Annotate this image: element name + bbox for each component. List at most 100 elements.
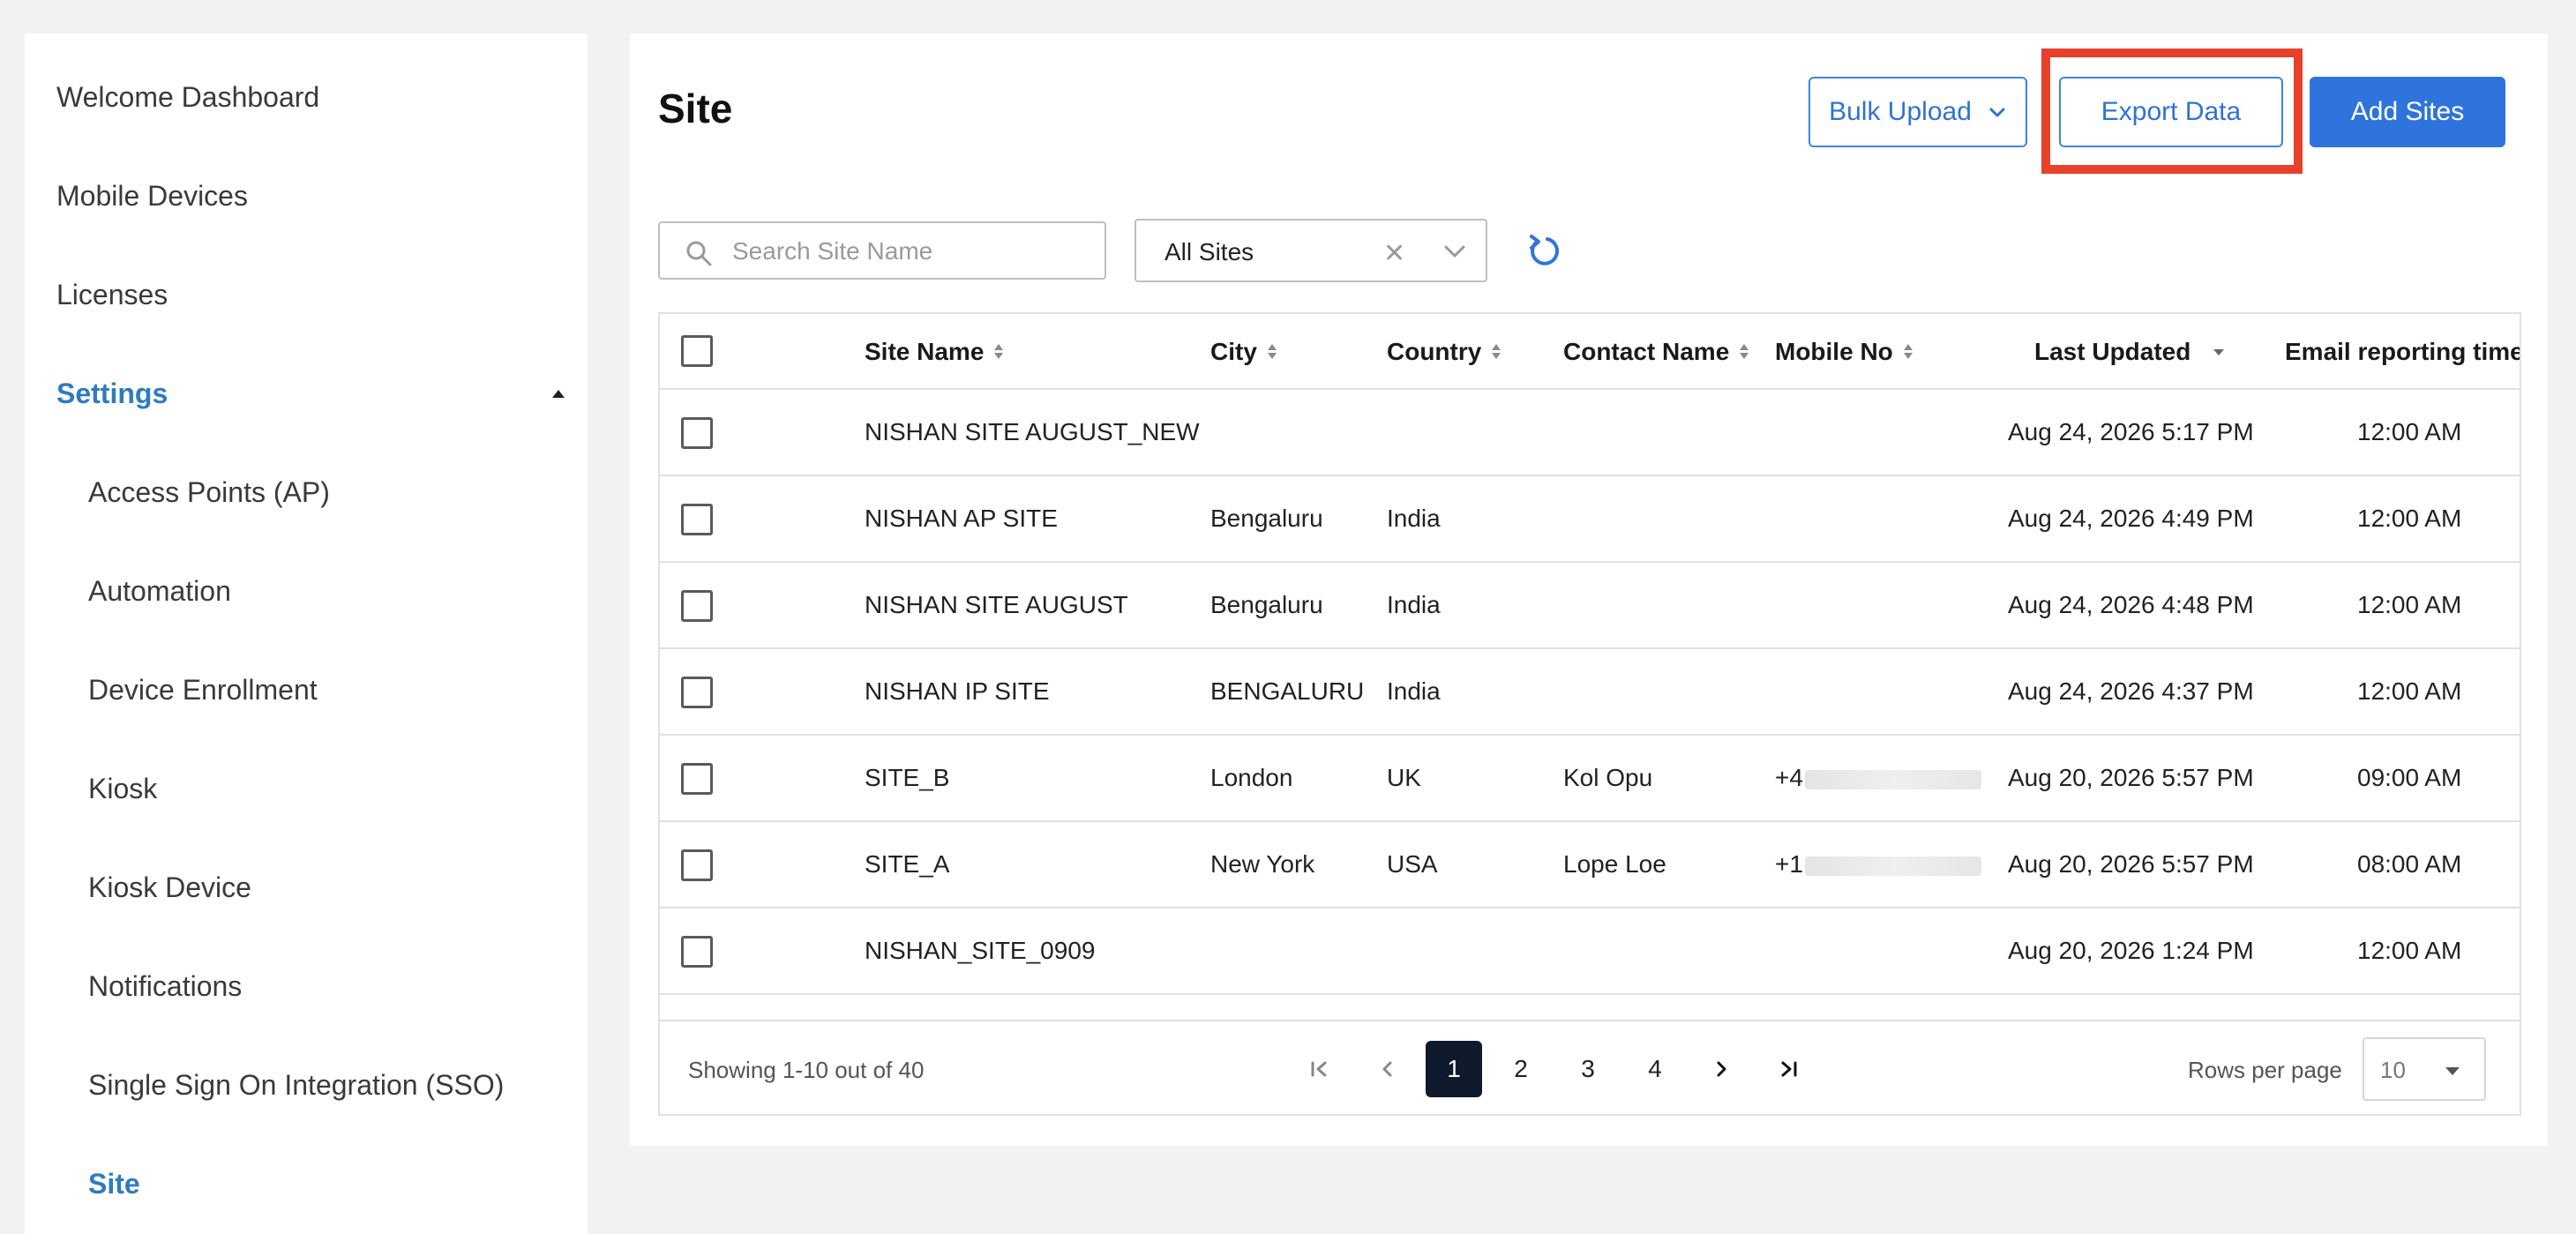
column-header-site-name[interactable]: Site Name [865, 338, 1004, 366]
sites-table: Site Name City Country Contact Name Mobi… [658, 312, 2521, 1116]
chevron-down-icon[interactable] [1443, 243, 1466, 260]
first-page-icon[interactable] [1292, 1041, 1348, 1097]
search-input[interactable] [732, 232, 1085, 271]
cell-last-updated: Aug 24, 2026 4:49 PM [2008, 505, 2254, 532]
sidebar-item-notifications[interactable]: Notifications [88, 970, 242, 1003]
sidebar-item-sso[interactable]: Single Sign On Integration (SSO) [88, 1069, 504, 1102]
cell-email-time: 12:00 AM [2357, 418, 2462, 445]
row-checkbox[interactable] [681, 677, 713, 708]
row-checkbox[interactable] [681, 590, 713, 622]
column-header-country[interactable]: Country [1387, 338, 1501, 366]
last-page-icon[interactable] [1761, 1041, 1817, 1097]
cell-last-updated: Aug 20, 2026 5:57 PM [2008, 850, 2254, 878]
table-row[interactable]: NISHAN_SITE_0909 Aug 20, 2026 1:24 PM 12… [660, 909, 2520, 995]
cell-contact-name: Lope Loe [1563, 850, 1666, 878]
sidebar-item-site[interactable]: Site [88, 1168, 140, 1200]
next-page-icon[interactable] [1694, 1041, 1750, 1097]
cell-site-name: NISHAN SITE AUGUST_NEW [865, 418, 1200, 445]
sidebar: Welcome Dashboard Mobile Devices License… [25, 34, 588, 1234]
cell-contact-name: Kol Opu [1563, 764, 1653, 791]
cell-site-name: NISHAN SITE AUGUST [865, 591, 1128, 618]
site-filter-value: All Sites [1164, 238, 1254, 265]
rows-per-page-select[interactable]: 10 [2363, 1037, 2486, 1101]
main-panel: Site Bulk Upload Export Data Add Sites A… [630, 34, 2548, 1146]
cell-site-name: NISHAN AP SITE [865, 505, 1058, 532]
sort-desc-icon[interactable] [2213, 348, 2225, 355]
table-row[interactable]: NISHAN AP SITE Bengaluru India Aug 24, 2… [660, 476, 2520, 563]
sort-icon[interactable] [1492, 343, 1501, 361]
rows-per-page-label: Rows per page [2188, 1057, 2342, 1083]
cell-site-name: SITE_B [865, 764, 950, 791]
redacted-mobile [1804, 856, 1981, 876]
cell-email-time: 12:00 AM [2357, 677, 2462, 705]
page-4-button[interactable]: 4 [1627, 1041, 1683, 1097]
export-data-button[interactable]: Export Data [2059, 77, 2283, 147]
sort-icon[interactable] [1267, 343, 1277, 361]
column-header-last-updated[interactable]: Last Updated [2034, 338, 2225, 366]
caret-up-icon[interactable] [552, 390, 565, 398]
column-header-mobile-no[interactable]: Mobile No [1775, 338, 1913, 366]
page-3-button[interactable]: 3 [1560, 1041, 1616, 1097]
page-2-button[interactable]: 2 [1493, 1041, 1549, 1097]
search-icon [686, 241, 712, 266]
showing-count: Showing 1-10 out of 40 [688, 1057, 925, 1083]
table-row[interactable]: SITE_A New York USA Lope Loe +1 Aug 20, … [660, 822, 2520, 909]
page-1-button[interactable]: 1 [1426, 1041, 1482, 1097]
sidebar-item-licenses[interactable]: Licenses [56, 279, 168, 311]
cell-site-name: SITE_A [865, 850, 950, 878]
cell-last-updated: Aug 24, 2026 4:48 PM [2008, 591, 2254, 618]
cell-city: Bengaluru [1210, 505, 1323, 532]
cell-email-time: 12:00 AM [2357, 937, 2462, 964]
cell-last-updated: Aug 24, 2026 5:17 PM [2008, 418, 2254, 445]
prev-page-icon[interactable] [1359, 1041, 1415, 1097]
row-checkbox[interactable] [681, 763, 713, 795]
last-page-glyph [1781, 1061, 1797, 1077]
cell-last-updated: Aug 20, 2026 1:24 PM [2008, 937, 2254, 964]
sidebar-item-access-points[interactable]: Access Points (AP) [88, 476, 330, 509]
cell-country: India [1387, 591, 1441, 618]
sort-icon[interactable] [1740, 343, 1749, 361]
table-row[interactable]: NISHAN IP SITE BENGALURU India Aug 24, 2… [660, 649, 2520, 736]
bulk-upload-button[interactable]: Bulk Upload [1808, 77, 2027, 147]
sort-icon[interactable] [994, 343, 1004, 361]
column-header-city[interactable]: City [1210, 338, 1277, 366]
table-row[interactable]: NISHAN SITE AUGUST Bengaluru India Aug 2… [660, 563, 2520, 649]
row-checkbox[interactable] [681, 417, 713, 449]
sidebar-item-kiosk[interactable]: Kiosk [88, 773, 157, 805]
mobile-prefix: +4 [1775, 764, 1803, 791]
bulk-upload-label: Bulk Upload [1829, 97, 1972, 126]
cell-city: Bengaluru [1210, 591, 1323, 618]
cell-city: London [1210, 764, 1293, 791]
cell-email-time: 12:00 AM [2357, 505, 2462, 532]
sort-icon[interactable] [1903, 343, 1913, 361]
sidebar-item-device-enrollment[interactable]: Device Enrollment [88, 674, 318, 707]
cell-city: BENGALURU [1210, 677, 1365, 705]
site-filter-select[interactable]: All Sites ✕ [1134, 219, 1487, 282]
page-title: Site [658, 86, 733, 131]
cell-country: UK [1387, 764, 1421, 791]
row-checkbox[interactable] [681, 849, 713, 881]
chevron-down-icon [1989, 108, 2005, 117]
sidebar-item-automation[interactable]: Automation [88, 575, 231, 608]
sidebar-item-kiosk-device[interactable]: Kiosk Device [88, 871, 251, 904]
cell-last-updated: Aug 20, 2026 5:57 PM [2008, 764, 2254, 791]
add-sites-button[interactable]: Add Sites [2310, 77, 2505, 147]
sidebar-item-welcome-dashboard[interactable]: Welcome Dashboard [56, 81, 319, 114]
clear-icon[interactable]: ✕ [1383, 238, 1405, 269]
row-checkbox[interactable] [681, 936, 713, 968]
cell-city: New York [1210, 850, 1315, 878]
refresh-icon[interactable] [1526, 231, 1561, 270]
cell-last-updated: Aug 24, 2026 4:37 PM [2008, 677, 2254, 705]
sidebar-item-mobile-devices[interactable]: Mobile Devices [56, 180, 248, 213]
cell-email-time: 09:00 AM [2357, 764, 2462, 791]
row-checkbox[interactable] [681, 504, 713, 535]
mobile-prefix: +1 [1775, 850, 1803, 878]
cell-country: India [1387, 677, 1441, 705]
column-header-contact-name[interactable]: Contact Name [1563, 338, 1749, 366]
search-box [658, 221, 1106, 280]
column-header-email-reporting-time[interactable]: Email reporting time [2285, 338, 2520, 366]
table-row[interactable]: NISHAN SITE AUGUST_NEW Aug 24, 2026 5:17… [660, 390, 2520, 476]
table-row[interactable]: SITE_B London UK Kol Opu +4 Aug 20, 2026… [660, 736, 2520, 822]
sidebar-item-settings[interactable]: Settings [56, 378, 168, 410]
select-all-checkbox[interactable] [681, 335, 713, 367]
